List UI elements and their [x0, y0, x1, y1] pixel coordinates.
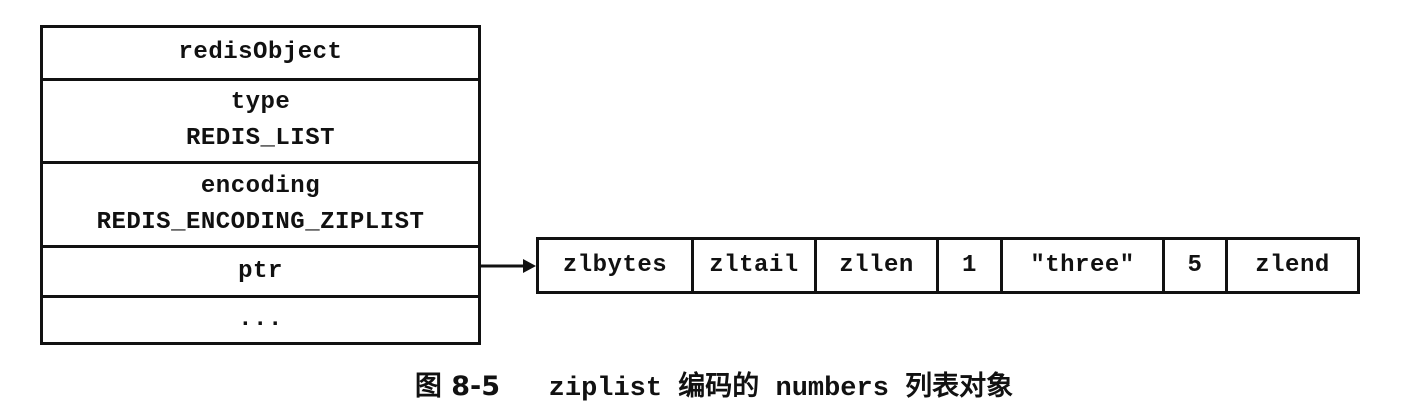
ziplist-cell: zllen [817, 240, 939, 291]
encoding-label: encoding [200, 172, 321, 200]
more-label: ... [238, 306, 283, 333]
ziplist-cell-label: zllen [839, 252, 914, 279]
encoding-value: REDIS_ENCODING_ZIPLIST [96, 208, 425, 236]
figure-number: 图 8-5 [414, 371, 501, 402]
caption-name-2: numbers [775, 374, 889, 404]
encoding-cell: encoding REDIS_ENCODING_ZIPLIST [43, 164, 478, 248]
ziplist-cell-label: 5 [1187, 252, 1203, 279]
type-label: type [230, 89, 291, 116]
ziplist-cell: 5 [1165, 240, 1228, 291]
ziplist-cell: zltail [694, 240, 817, 291]
ptr-cell: ptr [43, 248, 478, 298]
ziplist-cell: "three" [1003, 240, 1165, 291]
caption-cjk-1: 编码的 [678, 371, 760, 402]
ptr-arrow-head [523, 259, 536, 273]
redis-object-title: redisObject [178, 39, 343, 66]
type-cell: type REDIS_LIST [43, 81, 478, 164]
ziplist-cell-label: zlend [1255, 252, 1330, 279]
caption-name-1: ziplist [548, 374, 663, 404]
redis-object-box: redisObject type REDIS_LIST encoding RED… [40, 25, 481, 345]
ptr-label: ptr [238, 257, 283, 285]
redis-object-title-cell: redisObject [43, 28, 478, 81]
ziplist-cell: zlbytes [539, 240, 694, 291]
ziplist-cell-label: "three" [1030, 252, 1135, 279]
ziplist: zlbytes zltail zllen 1 "three" 5 zlend [536, 237, 1360, 294]
type-value: REDIS_LIST [185, 125, 336, 152]
caption-cjk-2: 列表对象 [905, 371, 1014, 402]
ziplist-cell-label: zltail [709, 252, 799, 279]
ziplist-cell: 1 [939, 240, 1003, 291]
ziplist-cell-label: 1 [962, 252, 977, 279]
ziplist-cell-label: zlbytes [562, 252, 668, 279]
figure-caption: 图 8-5 ziplist 编码的 numbers 列表对象 [0, 364, 1428, 404]
more-cell: ... [43, 298, 478, 342]
ziplist-cell: zlend [1228, 240, 1357, 291]
ptr-arrow [481, 259, 536, 273]
